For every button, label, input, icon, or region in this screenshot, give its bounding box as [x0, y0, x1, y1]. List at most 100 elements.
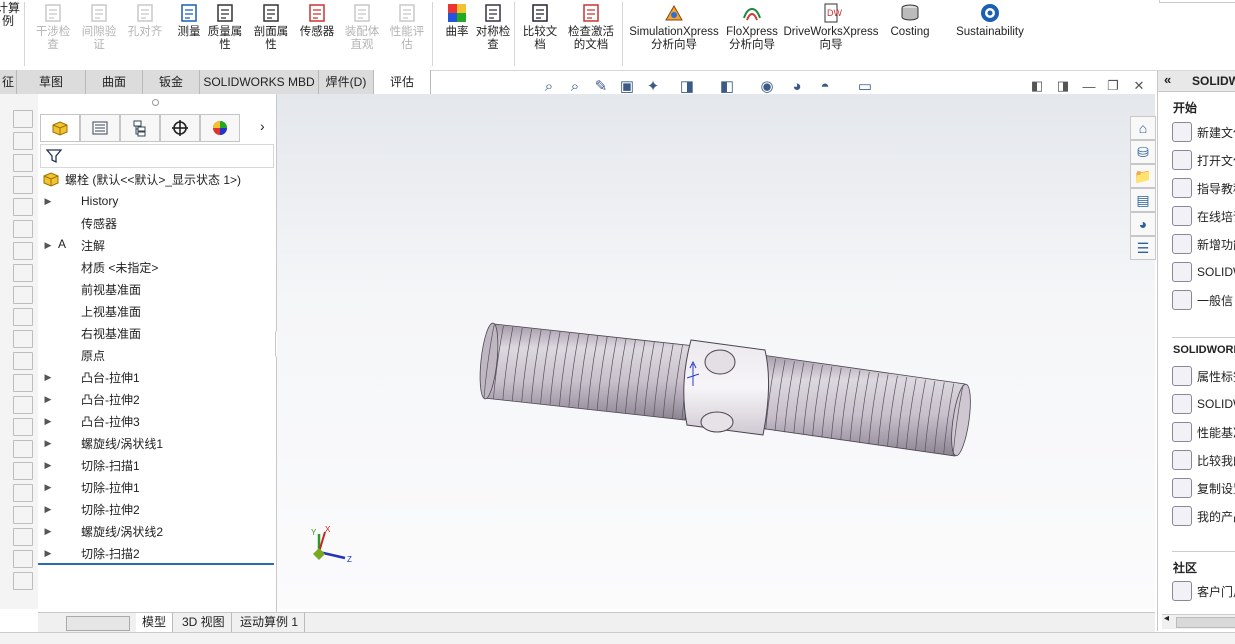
collapse-pane-icon[interactable]: «: [1164, 72, 1171, 87]
tabs-scroll-right-icon[interactable]: ›: [260, 118, 265, 134]
ribbon-cut-button[interactable]: 计算 例: [0, 2, 20, 28]
tile-left-icon[interactable]: ◧: [1027, 78, 1047, 94]
sketch-tool-icon[interactable]: [13, 286, 33, 304]
task-pane-link[interactable]: 指导教程: [1172, 178, 1235, 198]
sketch-tool-icon[interactable]: [13, 528, 33, 546]
sketch-tool-icon[interactable]: [13, 396, 33, 414]
tab-sheet-metal[interactable]: 钣金: [143, 70, 200, 94]
tab-evaluate[interactable]: 评估: [374, 70, 431, 96]
view-orientation-icon[interactable]: ◨: [677, 78, 697, 95]
tree-item[interactable]: ▶ 螺旋线/涡状线1: [38, 432, 163, 454]
expand-arrow-icon[interactable]: ▶: [38, 196, 58, 207]
sketch-tool-icon[interactable]: [13, 352, 33, 370]
file-explorer-icon[interactable]: 📁: [1130, 164, 1156, 188]
tree-item[interactable]: ▶ 凸台-拉伸1: [38, 366, 140, 388]
check-active-document-button[interactable]: 检查激活 的文档: [566, 2, 616, 52]
sketch-tool-icon[interactable]: [13, 198, 33, 216]
previous-view-icon[interactable]: ✎: [591, 78, 611, 95]
tab-feature[interactable]: 征: [0, 70, 17, 94]
appearances-icon[interactable]: ◕: [1130, 212, 1156, 236]
tab-configuration-manager[interactable]: [120, 114, 160, 142]
tree-item[interactable]: ▶ 切除-拉伸2: [38, 498, 140, 520]
sketch-tool-icon[interactable]: [13, 220, 33, 238]
sketch-tool-icon[interactable]: [13, 330, 33, 348]
tree-item[interactable]: 右视基准面: [38, 322, 141, 344]
expand-arrow-icon[interactable]: ▶: [38, 460, 58, 471]
tab-scroll-buttons[interactable]: [66, 616, 130, 631]
bottom-tab-motion-study[interactable]: 运动算例 1: [234, 613, 306, 632]
hole-alignment-button[interactable]: 孔对齐: [126, 2, 164, 39]
task-pane-link[interactable]: 客户门户: [1172, 581, 1235, 601]
expand-arrow-icon[interactable]: ▶: [38, 416, 58, 427]
mass-properties-button[interactable]: 质量属 性: [206, 2, 244, 52]
interference-check-button[interactable]: 干涉检 查: [34, 2, 72, 52]
tab-weldments[interactable]: 焊件(D): [319, 70, 374, 94]
rollback-bar[interactable]: [38, 563, 274, 565]
expand-arrow-icon[interactable]: ▶: [38, 526, 58, 537]
tree-item[interactable]: ▶ 螺旋线/涡状线2: [38, 520, 163, 542]
sketch-tool-icon[interactable]: [13, 132, 33, 150]
section-view-icon[interactable]: ▣: [617, 78, 637, 95]
sketch-tool-icon[interactable]: [13, 374, 33, 392]
tab-sketch[interactable]: 草图: [17, 70, 86, 94]
task-pane-link[interactable]: 新建文件: [1172, 122, 1235, 142]
task-pane-link[interactable]: 打开文件: [1172, 150, 1235, 170]
tree-item[interactable]: ▶ 切除-扫描2: [38, 542, 140, 564]
dynamic-annotation-icon[interactable]: ✦: [643, 78, 663, 95]
task-pane-link[interactable]: 复制设置: [1172, 478, 1235, 498]
home-icon[interactable]: ⌂: [1130, 116, 1156, 140]
panel-grip-icon[interactable]: [152, 99, 159, 106]
apply-scene-icon[interactable]: ◓: [815, 78, 835, 95]
task-pane-link[interactable]: 新增功能: [1172, 234, 1235, 254]
sustainability-button[interactable]: Sustainability: [955, 2, 1025, 39]
clearance-verify-button[interactable]: 间隙验 证: [80, 2, 118, 52]
tree-item[interactable]: ▶ 凸台-拉伸3: [38, 410, 140, 432]
view-palette-icon[interactable]: ▤: [1130, 188, 1156, 212]
display-style-icon[interactable]: ◧: [717, 78, 737, 95]
tree-item[interactable]: 前视基准面: [38, 278, 141, 300]
measure-button[interactable]: 测量: [170, 2, 208, 39]
symmetry-check-button[interactable]: 对称检 查: [474, 2, 512, 52]
sketch-tool-icon[interactable]: [13, 462, 33, 480]
tree-item[interactable]: ▶ History: [38, 190, 119, 212]
performance-evaluation-button[interactable]: 性能评 估: [388, 2, 426, 52]
custom-properties-icon[interactable]: ☰: [1130, 236, 1156, 260]
tree-root-part[interactable]: 螺栓 (默认<<默认>_显示状态 1>): [42, 168, 241, 190]
tree-filter-bar[interactable]: [40, 144, 274, 168]
tree-item[interactable]: 上视基准面: [38, 300, 141, 322]
tab-feature-tree[interactable]: [40, 114, 80, 142]
tile-right-icon[interactable]: ◨: [1053, 78, 1073, 94]
task-pane-link[interactable]: SOLIDW: [1172, 262, 1235, 282]
floxpress-button[interactable]: FloXpress 分析向导: [724, 2, 780, 52]
sketch-tool-icon[interactable]: [13, 550, 33, 568]
assembly-visualization-button[interactable]: 装配体 直观: [343, 2, 381, 52]
hide-show-items-icon[interactable]: ◉: [757, 78, 777, 95]
task-pane-link[interactable]: SOLIDW: [1172, 394, 1235, 414]
tree-item[interactable]: ▶ 切除-拉伸1: [38, 476, 140, 498]
restore-icon[interactable]: ❐: [1103, 78, 1123, 94]
tab-surface[interactable]: 曲面: [86, 70, 143, 94]
sketch-tool-icon[interactable]: [13, 572, 33, 590]
sensor-button[interactable]: 传感器: [298, 2, 336, 39]
design-library-icon[interactable]: ⛁: [1130, 140, 1156, 164]
zoom-to-fit-icon[interactable]: ⌕: [539, 78, 559, 95]
close-icon[interactable]: ✕: [1129, 78, 1149, 94]
sketch-tool-icon[interactable]: [13, 154, 33, 172]
simulationxpress-button[interactable]: SimulationXpress 分析向导: [628, 2, 720, 52]
part-model-view[interactable]: Y X Z: [277, 94, 1155, 609]
tree-item[interactable]: 材质 <未指定>: [38, 256, 158, 278]
expand-arrow-icon[interactable]: ▶: [38, 394, 58, 405]
task-pane-hscrollbar[interactable]: ◂: [1162, 613, 1235, 629]
edit-appearance-icon[interactable]: ◕: [787, 78, 807, 95]
tree-item[interactable]: 原点: [38, 344, 105, 366]
bottom-tab-3d-view[interactable]: 3D 视图: [176, 613, 232, 632]
task-pane-link[interactable]: 一般信: [1172, 290, 1233, 310]
bottom-tab-model[interactable]: 模型: [136, 613, 174, 632]
costing-button[interactable]: Costing: [889, 2, 931, 39]
minimize-icon[interactable]: —: [1079, 78, 1099, 94]
curvature-button[interactable]: 曲率: [438, 2, 476, 39]
task-pane-link[interactable]: 性能基准: [1172, 422, 1235, 442]
expand-arrow-icon[interactable]: ▶: [38, 482, 58, 493]
tree-item[interactable]: ▶ 凸台-拉伸2: [38, 388, 140, 410]
sketch-tool-icon[interactable]: [13, 264, 33, 282]
